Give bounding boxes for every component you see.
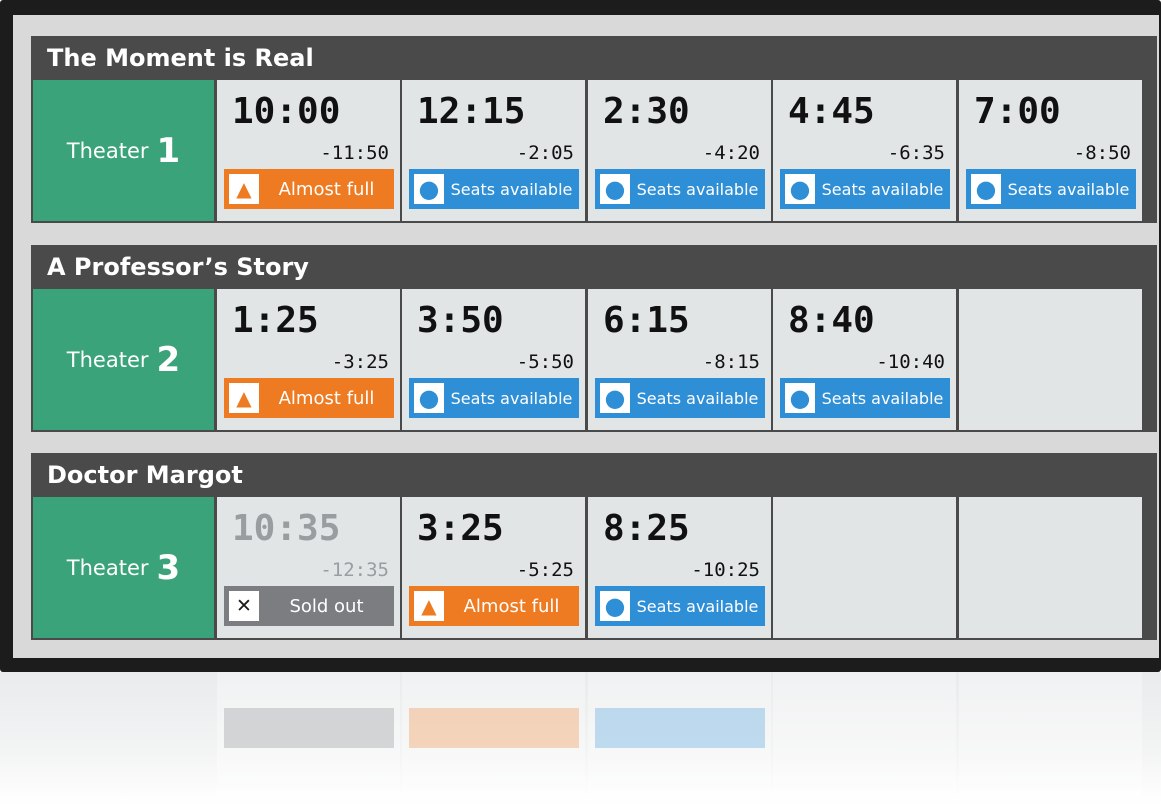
status-badge[interactable]: ● Seats available bbox=[966, 169, 1136, 209]
showtime-slot[interactable]: 12:15 -2:05 ● Seats available bbox=[402, 80, 585, 221]
end-time: -10:40 bbox=[876, 351, 945, 373]
end-time: -3:25 bbox=[331, 351, 389, 373]
status-badge[interactable]: ▲ Almost full bbox=[409, 586, 579, 626]
end-time: -5:25 bbox=[516, 559, 574, 581]
status-badge[interactable]: ▲ Almost full bbox=[224, 378, 394, 418]
circle-icon: ● bbox=[785, 383, 815, 413]
theater-number: 2 bbox=[156, 339, 181, 380]
triangle-icon: ▲ bbox=[229, 174, 259, 204]
circle-icon: ● bbox=[600, 591, 630, 621]
showtime-slot[interactable]: 3:50 -5:50 ● Seats available bbox=[402, 289, 585, 430]
status-label: Almost full bbox=[463, 595, 560, 617]
end-time: -4:20 bbox=[702, 142, 760, 164]
end-time: -8:50 bbox=[1073, 142, 1131, 164]
showtime-slot[interactable]: 6:15 -8:15 ● Seats available bbox=[588, 289, 771, 430]
theater-word: Theater bbox=[66, 347, 149, 372]
start-time: 4:45 bbox=[788, 91, 875, 132]
movie-title: A Professor’s Story bbox=[47, 253, 309, 281]
showtime-slot[interactable]: 3:25 -5:25 ▲ Almost full bbox=[402, 497, 585, 638]
end-time: -11:50 bbox=[320, 142, 389, 164]
status-badge[interactable]: ● Seats available bbox=[409, 169, 579, 209]
reflection-cell bbox=[773, 672, 956, 804]
status-label: Seats available bbox=[636, 596, 759, 616]
empty-slot bbox=[773, 497, 956, 638]
reflection-badge bbox=[409, 708, 579, 748]
status-badge[interactable]: ● Seats available bbox=[409, 378, 579, 418]
status-label: Almost full bbox=[278, 387, 375, 409]
screen-reflection bbox=[0, 672, 1161, 804]
start-time: 10:00 bbox=[232, 91, 341, 132]
start-time: 2:30 bbox=[603, 91, 690, 132]
status-label: Seats available bbox=[821, 179, 944, 199]
status-label: Seats available bbox=[450, 179, 573, 199]
circle-icon: ● bbox=[414, 383, 444, 413]
start-time: 1:25 bbox=[232, 300, 319, 341]
status-badge[interactable]: ● Seats available bbox=[595, 169, 765, 209]
status-label: Seats available bbox=[636, 388, 759, 408]
start-time: 3:50 bbox=[417, 300, 504, 341]
movie-title: Doctor Margot bbox=[47, 461, 243, 489]
end-time: -6:35 bbox=[887, 142, 945, 164]
status-label: Seats available bbox=[821, 388, 944, 408]
status-badge[interactable]: ▲ Almost full bbox=[224, 169, 394, 209]
end-time: -5:50 bbox=[516, 351, 574, 373]
end-time: -2:05 bbox=[516, 142, 574, 164]
circle-icon: ● bbox=[971, 174, 1001, 204]
show-row: A Professor’s Story Theater 2 1:25 -3:25 ▲ Alm… bbox=[31, 245, 1157, 432]
start-time: 10:35 bbox=[232, 508, 341, 549]
circle-icon: ● bbox=[785, 174, 815, 204]
showtime-slot[interactable]: 8:40 -10:40 ● Seats available bbox=[773, 289, 956, 430]
circle-icon: ● bbox=[414, 174, 444, 204]
start-time: 3:25 bbox=[417, 508, 504, 549]
status-label: Sold out bbox=[289, 595, 364, 617]
start-time: 6:15 bbox=[603, 300, 690, 341]
showtime-slot[interactable]: 10:00 -11:50 ▲ Almost full bbox=[217, 80, 400, 221]
start-time: 7:00 bbox=[974, 91, 1061, 132]
status-label: Seats available bbox=[636, 179, 759, 199]
triangle-icon: ▲ bbox=[229, 383, 259, 413]
status-badge[interactable]: ● Seats available bbox=[595, 378, 765, 418]
status-badge[interactable]: ● Seats available bbox=[780, 169, 950, 209]
status-label: Seats available bbox=[1007, 179, 1130, 199]
reflection-cell bbox=[959, 672, 1142, 804]
showtime-slot[interactable]: 1:25 -3:25 ▲ Almost full bbox=[217, 289, 400, 430]
triangle-icon: ▲ bbox=[414, 591, 444, 621]
theater-label: Theater 1 bbox=[33, 80, 214, 221]
reflection-badge bbox=[595, 708, 765, 748]
showtime-slot[interactable]: 10:35 -12:35 ✕ Sold out bbox=[217, 497, 400, 638]
status-badge[interactable]: ✕ Sold out bbox=[224, 586, 394, 626]
status-badge[interactable]: ● Seats available bbox=[780, 378, 950, 418]
showtime-slot[interactable]: 4:45 -6:35 ● Seats available bbox=[773, 80, 956, 221]
theater-label: Theater 2 bbox=[33, 289, 214, 430]
end-time: -12:35 bbox=[320, 559, 389, 581]
end-time: -10:25 bbox=[691, 559, 760, 581]
theater-number: 3 bbox=[156, 547, 181, 588]
status-label: Seats available bbox=[450, 388, 573, 408]
reflection-badge bbox=[224, 708, 394, 748]
theater-number: 1 bbox=[156, 130, 181, 171]
movie-title: The Moment is Real bbox=[47, 44, 314, 72]
end-time: -8:15 bbox=[702, 351, 760, 373]
showtime-slot[interactable]: 7:00 -8:50 ● Seats available bbox=[959, 80, 1142, 221]
theater-word: Theater bbox=[66, 138, 149, 163]
showtime-slot[interactable]: 2:30 -4:20 ● Seats available bbox=[588, 80, 771, 221]
start-time: 12:15 bbox=[417, 91, 526, 132]
start-time: 8:40 bbox=[788, 300, 875, 341]
theater-label: Theater 3 bbox=[33, 497, 214, 638]
status-label: Almost full bbox=[278, 178, 375, 200]
status-badge[interactable]: ● Seats available bbox=[595, 586, 765, 626]
show-row: The Moment is Real Theater 1 10:00 -11:50 ▲ Al… bbox=[31, 36, 1157, 223]
close-icon: ✕ bbox=[229, 591, 259, 621]
show-row: Doctor Margot Theater 3 10:35 -12:35 ✕ Sold ou… bbox=[31, 453, 1157, 640]
showtimes-board: The Moment is Real Theater 1 10:00 -11:50 ▲ Al… bbox=[13, 15, 1159, 658]
theater-word: Theater bbox=[66, 555, 149, 580]
display-monitor: The Moment is Real Theater 1 10:00 -11:50 ▲ Al… bbox=[0, 0, 1161, 672]
empty-slot bbox=[959, 497, 1142, 638]
showtime-slot[interactable]: 8:25 -10:25 ● Seats available bbox=[588, 497, 771, 638]
circle-icon: ● bbox=[600, 174, 630, 204]
circle-icon: ● bbox=[600, 383, 630, 413]
empty-slot bbox=[959, 289, 1142, 430]
start-time: 8:25 bbox=[603, 508, 690, 549]
